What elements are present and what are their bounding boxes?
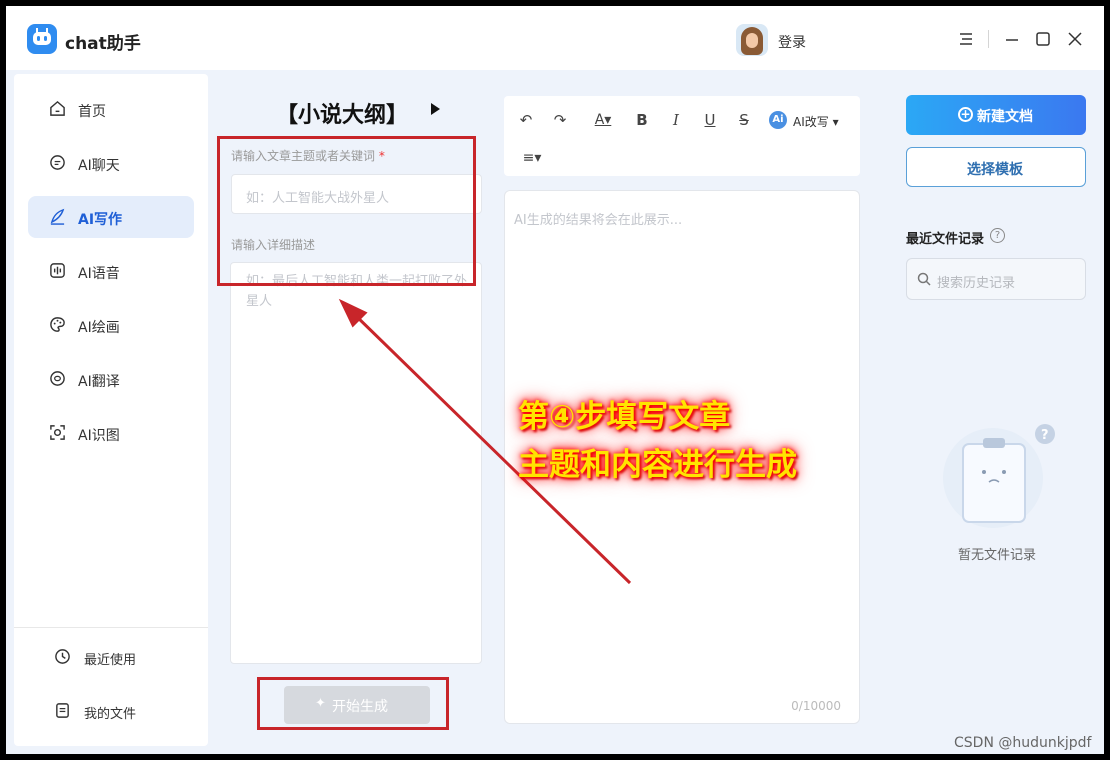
history-search-input[interactable]: 搜索历史记录 [906, 258, 1086, 300]
app-window: chat助手 登录 首页 AI聊天 AI写作 AI语音 AI绘画 AI翻译 AI… [6, 6, 1104, 754]
font-color-icon[interactable]: A▾ [588, 110, 618, 130]
search-icon [917, 272, 931, 286]
sidebar-item-label: 首页 [78, 104, 106, 120]
undo-icon[interactable]: ↶ [516, 110, 536, 130]
plus-icon: + [958, 107, 973, 122]
new-document-button[interactable]: + 新建文档 [906, 95, 1086, 135]
file-icon [56, 703, 69, 718]
sidebar-item-label: AI识图 [78, 428, 120, 444]
sidebar-item-label: AI翻译 [78, 374, 120, 390]
sidebar-item-label: 最近使用 [84, 653, 137, 668]
underline-icon[interactable]: U [700, 110, 720, 130]
template-title: 【小说大纲】 [276, 103, 409, 128]
empty-state-text: 暂无文件记录 [958, 548, 1037, 563]
annotation-box-inputs [217, 136, 476, 286]
sidebar-item-ai-translate[interactable]: AI翻译 [28, 358, 194, 400]
sidebar-item-label: AI绘画 [78, 320, 120, 336]
sidebar-item-ai-writing[interactable]: AI写作 [28, 196, 194, 238]
sidebar-item-ai-chat[interactable]: AI聊天 [28, 142, 194, 184]
voice-icon [50, 263, 65, 278]
palette-icon [50, 317, 65, 332]
pen-icon [50, 208, 65, 225]
ai-rewrite-icon: Ai [769, 111, 787, 129]
login-link[interactable]: 登录 [778, 32, 806, 52]
help-icon[interactable]: ? [990, 228, 1005, 243]
sidebar: 首页 AI聊天 AI写作 AI语音 AI绘画 AI翻译 AI识图 最近使用 我的… [14, 74, 208, 746]
search-placeholder: 搜索历史记录 [937, 276, 1016, 291]
redo-icon[interactable]: ↷ [550, 110, 570, 130]
scan-icon [50, 425, 65, 440]
sidebar-item-ai-painting[interactable]: AI绘画 [28, 304, 194, 346]
annotation-text-line1: 第④步填写文章 [518, 399, 731, 435]
italic-icon[interactable]: I [666, 110, 686, 130]
close-icon[interactable] [1066, 30, 1084, 48]
home-icon [50, 100, 65, 116]
annotation-box-generate [257, 677, 449, 730]
bold-icon[interactable]: B [632, 110, 652, 130]
sidebar-item-label: 我的文件 [84, 707, 137, 722]
sidebar-item-my-files[interactable]: 我的文件 [28, 693, 194, 729]
recent-files-title: 最近文件记录 [906, 232, 985, 247]
watermark: CSDN @hudunkjpdf [954, 735, 1092, 751]
chat-icon [50, 155, 65, 170]
annotation-text-line2: 主题和内容进行生成 [518, 447, 797, 483]
sidebar-item-home[interactable]: 首页 [28, 88, 194, 130]
char-counter: 0/10000 [791, 699, 841, 713]
empty-clipboard-icon: ? [943, 424, 1055, 528]
editor-toolbar: ↶ ↷ A▾ B I U S Ai AI改写 ▾ ≡▾ [504, 96, 860, 176]
sidebar-divider [14, 627, 208, 628]
ai-rewrite-label: AI改写 [793, 115, 829, 129]
app-title: chat助手 [65, 34, 141, 54]
sidebar-item-ai-voice[interactable]: AI语音 [28, 250, 194, 292]
template-expand-icon[interactable] [431, 103, 440, 115]
select-template-label: 选择模板 [967, 162, 1023, 178]
minimize-icon[interactable] [1003, 30, 1021, 48]
translate-icon [50, 371, 65, 386]
strikethrough-icon[interactable]: S [734, 110, 754, 130]
menu-icon[interactable] [957, 30, 975, 48]
svg-text:?: ? [1041, 428, 1049, 443]
editor-placeholder: AI生成的结果将会在此展示... [514, 213, 683, 228]
title-bar: chat助手 登录 [6, 6, 1104, 70]
history-icon [55, 649, 70, 664]
sidebar-item-label: AI写作 [78, 212, 123, 228]
sidebar-item-label: AI聊天 [78, 158, 120, 174]
select-template-button[interactable]: 选择模板 [906, 147, 1086, 187]
new-document-label: 新建文档 [977, 109, 1033, 125]
maximize-icon[interactable] [1034, 30, 1052, 48]
sidebar-item-ai-image-recognition[interactable]: AI识图 [28, 412, 194, 454]
avatar[interactable] [736, 24, 768, 56]
app-logo-icon [27, 24, 57, 54]
detail-textarea[interactable] [230, 262, 482, 664]
sidebar-item-recent[interactable]: 最近使用 [28, 639, 194, 675]
align-icon[interactable]: ≡▾ [518, 148, 546, 168]
title-separator [988, 30, 989, 48]
sidebar-item-label: AI语音 [78, 266, 120, 282]
